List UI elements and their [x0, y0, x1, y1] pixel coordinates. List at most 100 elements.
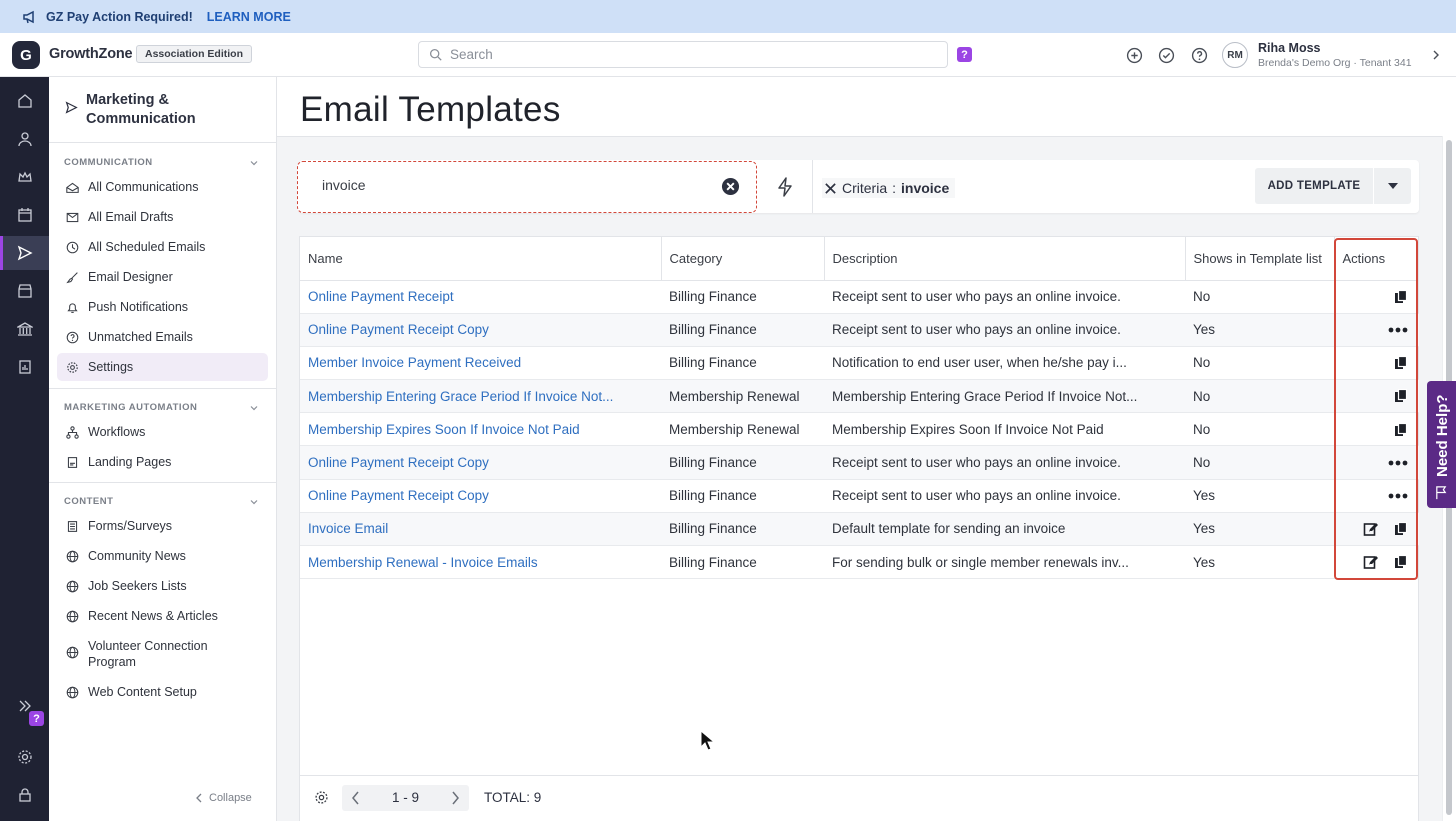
rail-lock[interactable]: [0, 778, 49, 812]
table-row[interactable]: Membership Expires Soon If Invoice Not P…: [300, 412, 1419, 447]
sidebar-item-landing-pages[interactable]: Landing Pages: [57, 448, 268, 476]
search-help-badge[interactable]: ?: [957, 47, 972, 62]
sidebar-item-volunteer-connection[interactable]: Volunteer Connection Program: [57, 636, 268, 670]
criteria-value: invoice: [901, 180, 950, 196]
table-row[interactable]: Invoice Email Billing Finance Default temp…: [300, 512, 1419, 547]
sidebar-item-push-notifications[interactable]: Push Notifications: [57, 293, 268, 321]
collapse-button[interactable]: Collapse: [195, 792, 252, 804]
copy-icon[interactable]: [1393, 355, 1409, 371]
template-description: Notification to end user user, when he/s…: [824, 346, 1185, 381]
table-row[interactable]: Member Invoice Payment Received Billing F…: [300, 346, 1419, 381]
sidebar-item-all-scheduled-emails[interactable]: All Scheduled Emails: [57, 233, 268, 261]
brand-name: GrowthZone: [49, 46, 133, 62]
lightning-icon[interactable]: [775, 176, 795, 198]
add-template-button[interactable]: ADD TEMPLATE: [1255, 168, 1373, 204]
global-search-input[interactable]: Search: [418, 41, 948, 68]
next-page-icon[interactable]: [449, 791, 461, 805]
criteria-separator: :: [892, 180, 897, 196]
table-row[interactable]: Online Payment Receipt Copy Billing Finan…: [300, 479, 1419, 513]
template-category: Membership Renewal: [661, 412, 824, 447]
sidebar-item-all-communications[interactable]: All Communications: [57, 173, 268, 201]
sidebar-item-all-email-drafts[interactable]: All Email Drafts: [57, 203, 268, 231]
column-header-category[interactable]: Category: [661, 237, 825, 281]
more-options-icon[interactable]: [1387, 322, 1409, 338]
table-row[interactable]: Online Payment Receipt Billing Finance Rec…: [300, 280, 1419, 314]
criteria-chip[interactable]: Criteria: invoice: [822, 178, 956, 198]
sidebar-item-settings[interactable]: Settings: [57, 353, 268, 381]
table-row[interactable]: Membership Renewal - Invoice Emails Billi…: [300, 545, 1419, 580]
template-name-link[interactable]: Invoice Email: [300, 512, 661, 547]
template-name-link[interactable]: Membership Entering Grace Period If Invo…: [300, 379, 661, 414]
sidebar-item-label: All Email Drafts: [88, 210, 174, 224]
rail-store[interactable]: [0, 274, 49, 308]
copy-icon[interactable]: [1393, 388, 1409, 404]
rail-help-badge[interactable]: ?: [29, 711, 44, 726]
template-name-link[interactable]: Online Payment Receipt Copy: [300, 445, 661, 480]
need-help-tab[interactable]: Need Help?: [1427, 381, 1456, 508]
sidebar-item-recent-news[interactable]: Recent News & Articles: [57, 602, 268, 630]
template-shows-in-list: No: [1185, 445, 1334, 480]
sidebar-item-web-content-setup[interactable]: Web Content Setup: [57, 678, 268, 706]
sidebar-item-email-designer[interactable]: Email Designer: [57, 263, 268, 291]
rail-reports[interactable]: [0, 350, 49, 384]
close-icon[interactable]: [824, 182, 837, 195]
column-header-shows[interactable]: Shows in Template list: [1185, 237, 1335, 281]
rail-settings[interactable]: [0, 740, 49, 774]
copy-icon[interactable]: [1393, 422, 1409, 438]
template-name-link[interactable]: Online Payment Receipt Copy: [300, 313, 661, 347]
template-shows-in-list: Yes: [1185, 512, 1334, 547]
chevron-down-icon[interactable]: [249, 497, 259, 507]
user-org: Brenda's Demo Org · Tenant 341: [1258, 57, 1412, 69]
check-circle-icon[interactable]: [1158, 47, 1175, 64]
help-circle-icon[interactable]: [1191, 47, 1208, 64]
table-row[interactable]: Online Payment Receipt Copy Billing Finan…: [300, 445, 1419, 480]
template-name-link[interactable]: Online Payment Receipt: [300, 280, 661, 314]
learn-more-link[interactable]: LEARN MORE: [207, 10, 291, 24]
copy-icon[interactable]: [1393, 521, 1409, 537]
sidebar-item-unmatched-emails[interactable]: Unmatched Emails: [57, 323, 268, 351]
more-options-icon[interactable]: [1387, 455, 1409, 471]
more-options-icon[interactable]: [1387, 488, 1409, 504]
edit-icon[interactable]: [1363, 521, 1379, 537]
rail-communication[interactable]: [0, 236, 49, 270]
rail-membership[interactable]: [0, 160, 49, 194]
copy-icon[interactable]: [1393, 289, 1409, 305]
template-shows-in-list: Yes: [1185, 313, 1334, 347]
table-row[interactable]: Membership Entering Grace Period If Invo…: [300, 379, 1419, 414]
copy-icon[interactable]: [1393, 554, 1409, 570]
template-name-link[interactable]: Member Invoice Payment Received: [300, 346, 661, 381]
growthzone-logo[interactable]: G: [12, 41, 40, 69]
template-search-box[interactable]: [297, 161, 757, 213]
chevron-down-icon[interactable]: [249, 403, 259, 413]
rail-events[interactable]: [0, 198, 49, 232]
sidebar-item-label: Workflows: [88, 425, 146, 439]
add-template-dropdown[interactable]: [1374, 168, 1411, 204]
chevron-down-icon[interactable]: [249, 158, 259, 168]
sidebar-item-community-news[interactable]: Community News: [57, 542, 268, 570]
sidebar-item-workflows[interactable]: Workflows: [57, 418, 268, 446]
template-description: Receipt sent to user who pays an online …: [824, 313, 1185, 347]
clear-search-icon[interactable]: [721, 177, 740, 196]
gear-icon[interactable]: [314, 790, 329, 805]
user-avatar[interactable]: RM: [1222, 42, 1248, 68]
section-sidenav: Marketing & Communication COMMUNICATION …: [49, 77, 277, 821]
template-description: For sending bulk or single member renewa…: [824, 545, 1185, 580]
template-name-link[interactable]: Online Payment Receipt Copy: [300, 479, 661, 513]
chevron-right-icon[interactable]: [1430, 49, 1442, 61]
rail-billing[interactable]: [0, 312, 49, 346]
edit-icon[interactable]: [1363, 554, 1379, 570]
sidebar-item-job-seekers-lists[interactable]: Job Seekers Lists: [57, 572, 268, 600]
template-description: Default template for sending an invoice: [824, 512, 1185, 547]
rail-home[interactable]: [0, 84, 49, 118]
sidebar-item-forms-surveys[interactable]: Forms/Surveys: [57, 512, 268, 540]
template-search-input[interactable]: [322, 177, 702, 193]
add-circle-icon[interactable]: [1126, 47, 1143, 64]
template-name-link[interactable]: Membership Renewal - Invoice Emails: [300, 545, 661, 580]
rail-contacts[interactable]: [0, 122, 49, 156]
user-name[interactable]: Riha Moss: [1258, 41, 1321, 55]
column-header-name[interactable]: Name: [300, 237, 662, 281]
table-row[interactable]: Online Payment Receipt Copy Billing Finan…: [300, 313, 1419, 347]
column-header-description[interactable]: Description: [824, 237, 1186, 281]
template-name-link[interactable]: Membership Expires Soon If Invoice Not P…: [300, 412, 661, 447]
sidebar-item-label: Settings: [88, 360, 134, 374]
